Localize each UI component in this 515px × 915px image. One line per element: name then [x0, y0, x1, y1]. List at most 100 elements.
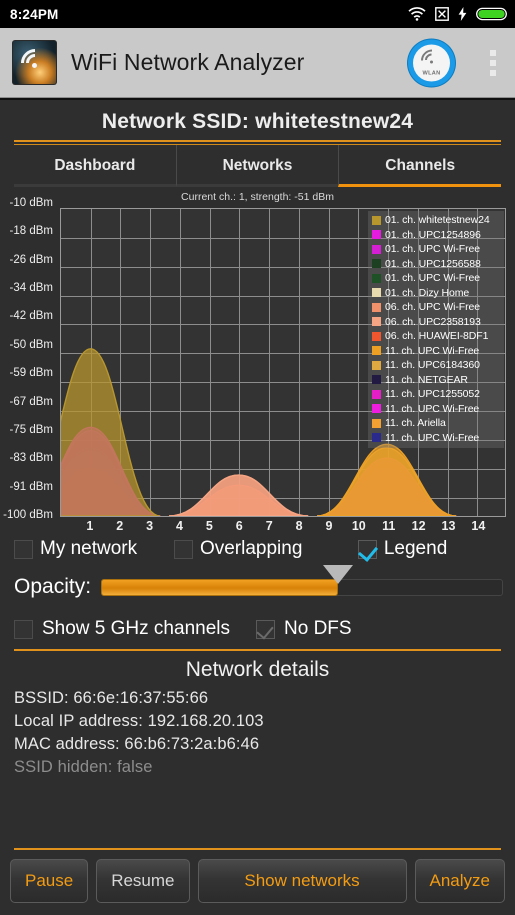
x-tick: 2 — [116, 519, 124, 533]
y-tick: -42 dBm — [9, 310, 53, 323]
opacity-slider[interactable] — [101, 565, 503, 597]
x-tick: 10 — [351, 519, 366, 533]
y-tick: -67 dBm — [9, 395, 53, 408]
no-dfs-checkbox[interactable] — [256, 619, 275, 639]
y-tick: -75 dBm — [9, 423, 53, 436]
divider-top — [14, 140, 501, 142]
wlan-toggle-button[interactable]: WLAN — [408, 39, 455, 86]
legend-item-label: 01. ch. UPC Wi-Free — [385, 272, 480, 285]
my-network-checkbox[interactable] — [14, 539, 33, 559]
y-tick: -83 dBm — [9, 452, 53, 465]
network-details: Network details BSSID: 66:6e:16:37:55:66… — [0, 651, 515, 848]
page-title: Network SSID: whitetestnew24 — [101, 110, 414, 133]
legend-item-label: 11. ch. UPC Wi-Free — [385, 344, 480, 357]
resume-button[interactable]: Resume — [96, 859, 190, 903]
show-5ghz-label: Show 5 GHz channels — [42, 618, 230, 639]
legend-color-swatch — [372, 375, 381, 385]
x-tick: 7 — [265, 519, 273, 533]
x-tick: 1 — [86, 519, 94, 533]
overlapping-checkbox[interactable] — [173, 539, 193, 559]
legend-item: 11. ch. UPC Wi-Free — [370, 402, 502, 417]
show-networks-button[interactable]: Show networks — [197, 859, 407, 903]
y-tick: -34 dBm — [9, 282, 53, 295]
app-bar: WiFi Network Analyzer WLAN — [0, 28, 515, 98]
y-tick: -91 dBm — [9, 480, 53, 493]
y-tick: -26 dBm — [9, 253, 53, 266]
my-network-label: My network — [40, 538, 138, 559]
legend-item-label: 01. ch. UPC1256588 — [385, 257, 481, 270]
detail-bssid: BSSID: 66:6e:16:37:55:66 — [14, 689, 209, 707]
no-sim-icon — [435, 7, 449, 21]
legend-item-label: 11. ch. UPC Wi-Free — [385, 431, 480, 444]
legend-item-label: 06. ch. HUAWEI-8DF1 — [385, 330, 489, 343]
wifi-icon — [408, 7, 426, 21]
channel-chart[interactable]: Current ch.: 1, strength: -51 dBm -10 dB… — [0, 191, 515, 533]
legend-color-swatch — [372, 389, 381, 399]
option-show-5ghz[interactable]: Show 5 GHz channels — [14, 618, 230, 640]
detail-ssid-hidden: SSID hidden: false — [14, 758, 153, 776]
option-no-dfs[interactable]: No DFS — [256, 618, 352, 640]
legend-color-swatch — [372, 302, 381, 312]
battery-icon — [476, 7, 507, 21]
x-tick: 13 — [441, 519, 456, 533]
status-bar: 8:24PM — [0, 0, 515, 28]
app-title: WiFi Network Analyzer — [71, 49, 305, 75]
pause-button[interactable]: Pause — [10, 859, 89, 903]
legend-color-swatch — [372, 230, 381, 240]
x-tick: 3 — [146, 519, 154, 533]
opacity-label: Opacity: — [14, 575, 92, 598]
y-tick: -18 dBm — [9, 225, 53, 238]
signal-curve — [317, 443, 457, 516]
legend-item: 01. ch. UPC Wi-Free — [370, 271, 502, 286]
legend-color-swatch — [372, 360, 381, 370]
no-dfs-label: No DFS — [284, 618, 352, 639]
overflow-menu-icon[interactable] — [490, 49, 496, 76]
legend-item: 01. ch. UPC1254896 — [370, 228, 502, 243]
opacity-slider-fill — [101, 578, 339, 596]
legend-item-label: 11. ch. UPC Wi-Free — [385, 402, 480, 415]
legend-label: Legend — [383, 538, 448, 559]
show-5ghz-checkbox[interactable] — [14, 619, 33, 639]
y-tick: -100 dBm — [3, 509, 53, 521]
legend-color-swatch — [372, 215, 381, 225]
tab-networks[interactable]: Networks — [175, 145, 339, 187]
legend-checkbox[interactable] — [357, 539, 377, 559]
legend-color-swatch — [372, 418, 381, 428]
opacity-slider-thumb[interactable] — [323, 565, 354, 584]
legend-item: 11. ch. UPC1255052 — [370, 387, 502, 402]
legend-item: 06. ch. UPC Wi-Free — [370, 300, 502, 315]
y-tick: -10 dBm — [9, 197, 53, 209]
legend-color-swatch — [372, 331, 381, 341]
legend-color-swatch — [372, 317, 381, 327]
legend-item: 11. ch. UPC Wi-Free — [370, 431, 502, 446]
option-overlapping[interactable]: Overlapping — [173, 538, 358, 560]
tab-channels[interactable]: Channels — [338, 145, 502, 187]
x-tick: 8 — [295, 519, 303, 533]
signal-curve — [169, 474, 309, 516]
x-tick: 9 — [325, 519, 333, 533]
legend-item-label: 01. ch. Dizy Home — [385, 286, 470, 299]
tab-dashboard[interactable]: Dashboard — [14, 145, 176, 187]
legend-item: 06. ch. HUAWEI-8DF1 — [370, 329, 502, 344]
legend-item-label: 11. ch. UPC6184360 — [385, 359, 480, 372]
option-my-network[interactable]: My network — [10, 538, 174, 560]
legend-item-label: 01. ch. UPC1254896 — [385, 228, 481, 241]
charging-bolt-icon — [458, 7, 467, 21]
x-tick: 12 — [411, 519, 426, 533]
analyze-button[interactable]: Analyze — [414, 859, 505, 903]
legend-item: 01. ch. whitetestnew24 — [370, 213, 502, 228]
chart-x-axis: 1 2 3 4 5 6 7 8 9 10 11 12 13 14 — [60, 519, 506, 537]
option-legend[interactable]: Legend — [357, 538, 505, 560]
legend-item: 01. ch. UPC Wi-Free — [370, 242, 502, 257]
legend-item: 01. ch. UPC1256588 — [370, 257, 502, 272]
app-logo-icon — [12, 40, 57, 85]
wlan-button-label: WLAN — [422, 70, 441, 76]
x-tick: 11 — [382, 519, 396, 533]
legend-item: 11. ch. UPC6184360 — [370, 358, 502, 373]
legend-item-label: 11. ch. Ariella — [385, 417, 446, 430]
chart-legend: 01. ch. whitetestnew24 01. ch. UPC1254896… — [368, 211, 504, 448]
status-icons — [408, 7, 507, 21]
y-tick: -59 dBm — [9, 367, 53, 380]
overlapping-label: Overlapping — [199, 538, 303, 559]
legend-item: 06. ch. UPC2358193 — [370, 315, 502, 330]
